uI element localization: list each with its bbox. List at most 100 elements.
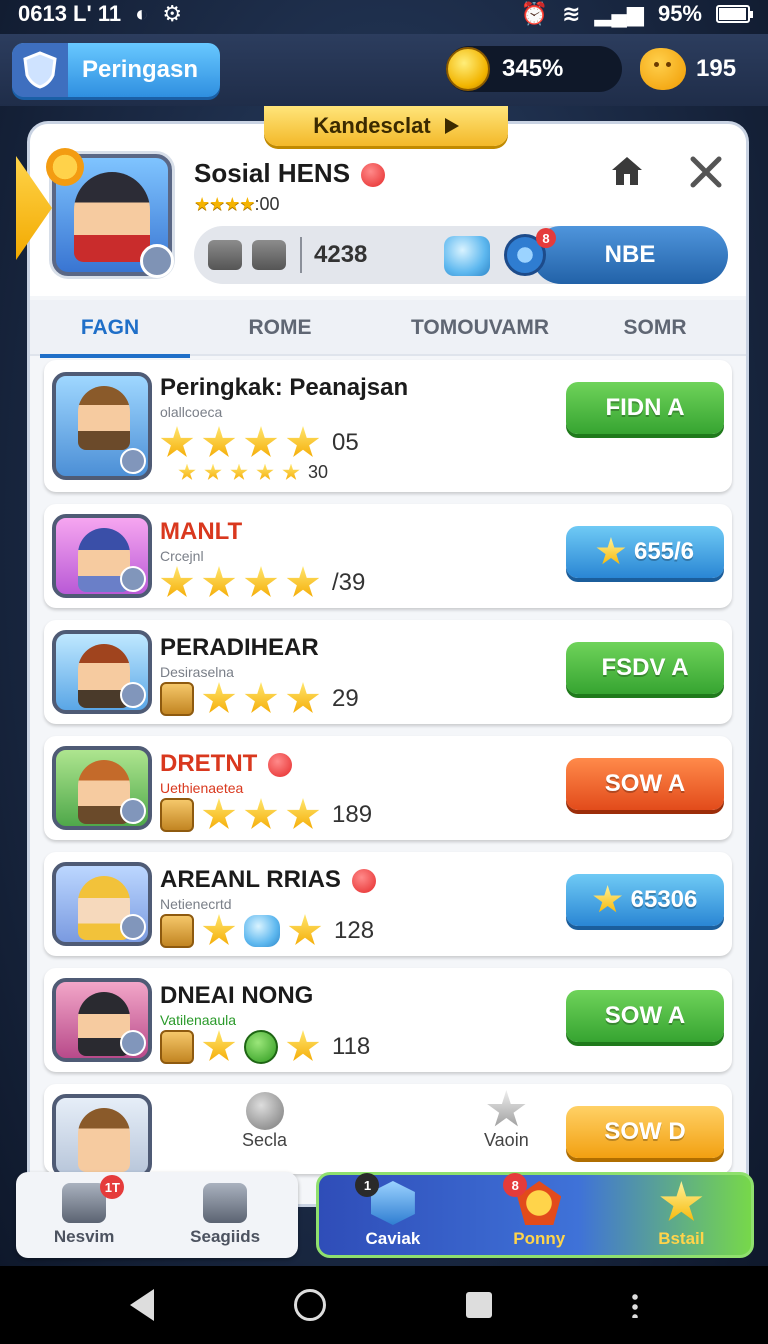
row-action-button[interactable]: 65306 (566, 874, 724, 926)
gem-counter[interactable]: 195 (640, 46, 736, 92)
nav-label: Seagiids (190, 1227, 261, 1246)
player-subtitle: olallcoeca (160, 404, 223, 420)
profile-rating: ★★★★ :00 (194, 194, 280, 215)
tab-rome[interactable]: ROME (190, 300, 370, 356)
nav-seagiids[interactable]: Seagiids (190, 1183, 260, 1247)
player-avatar[interactable] (52, 372, 152, 480)
class-badge-icon (120, 798, 146, 824)
star-icon (244, 566, 278, 597)
home-circle-icon[interactable] (294, 1289, 326, 1321)
star-icon (593, 885, 623, 913)
list-item[interactable]: Secla Vaoin SOW D (44, 1084, 732, 1178)
rank-button[interactable]: Peringasn (12, 43, 221, 97)
sub-reward-row: 30 (174, 462, 328, 483)
player-avatar[interactable] (52, 630, 152, 714)
row-action-button[interactable]: SOW D (566, 1106, 724, 1158)
tab-tomouvamr[interactable]: TOMOUVAMR (370, 300, 590, 356)
nav-badge: 1T (100, 1175, 125, 1199)
star-icon (244, 682, 278, 713)
list-item[interactable]: DRETNT Uethienaetea 189 SOW A (44, 736, 732, 840)
row-action-label: SOW A (604, 770, 686, 797)
star-icon (286, 1030, 320, 1061)
nav-label: Caviak (365, 1229, 421, 1248)
bottom-nav-left: 1T Nesvim Seagiids (16, 1172, 298, 1258)
star-icon (282, 463, 300, 480)
nbe-button[interactable]: NBE (532, 226, 728, 284)
partial-item-secla[interactable]: Secla (242, 1092, 287, 1151)
close-icon[interactable] (688, 154, 724, 190)
list-item[interactable]: AREANL RRIAS Netienecrtd 128 65306 (44, 852, 732, 956)
star-icon (286, 682, 320, 713)
panel-tab-label: Kandesclat (313, 113, 431, 138)
player-avatar[interactable] (52, 862, 152, 946)
star-icon (230, 463, 248, 480)
coin-value: 345% (502, 55, 564, 82)
reward-value: 05 (332, 429, 359, 456)
player-avatar[interactable] (52, 1094, 152, 1178)
partial-item-vaoin[interactable]: Vaoin (484, 1090, 529, 1151)
stack-icon (252, 240, 286, 270)
class-badge-icon (120, 914, 146, 940)
row-action-button[interactable]: FIDN A (566, 382, 724, 434)
edit-badge-icon[interactable] (140, 244, 174, 278)
star-icon (178, 463, 196, 480)
player-name: AREANL RRIAS (160, 866, 376, 894)
player-subtitle: Uethienaetea (160, 780, 244, 796)
player-name: MANLT (160, 518, 243, 545)
nbe-label: NBE (604, 241, 656, 268)
row-action-label: FSDV A (601, 654, 689, 681)
reward-value: 29 (332, 685, 359, 712)
player-avatar[interactable] (52, 978, 152, 1062)
tab-fagn[interactable]: FAGN (30, 300, 190, 358)
star-icon (204, 463, 222, 480)
player-avatar[interactable] (52, 746, 152, 830)
row-action-button[interactable]: 655/6 (566, 526, 724, 578)
status-bar: 0613 L' 11 ◐ ⚙ ⏰ ≋ ▂▄▆ 95% (0, 0, 768, 28)
panel-tab[interactable]: Kandesclat (264, 106, 508, 146)
home-icon[interactable] (610, 154, 644, 188)
back-icon[interactable] (130, 1289, 154, 1321)
row-action-label: 655/6 (633, 538, 695, 565)
recent-apps-icon[interactable] (466, 1292, 492, 1318)
reward-value: 118 (332, 1033, 371, 1060)
shield-icon (12, 43, 68, 97)
ranking-list: Peringkak: Peanajsan olallcoeca 05 30 FI… (44, 360, 732, 1186)
list-item[interactable]: MANLT Crcejnl /39 655/6 (44, 504, 732, 608)
player-subtitle: Desiraselna (160, 664, 234, 680)
coin-counter[interactable]: 345% (446, 46, 622, 92)
star-icon (160, 566, 194, 597)
heart-icon (268, 752, 292, 777)
heart-icon (361, 163, 386, 188)
crystal-icon (444, 236, 490, 276)
star-icon (286, 426, 320, 457)
row-action-button[interactable]: SOW A (566, 990, 724, 1042)
nav-ponny[interactable]: 8 Ponny (503, 1173, 565, 1249)
stats-bar: 4238 8 NBE (194, 226, 728, 284)
nav-caviak[interactable]: 1 Caviak (355, 1173, 421, 1249)
system-nav-bar (0, 1266, 768, 1344)
chest-icon (160, 798, 194, 832)
player-subtitle: Netienecrtd (160, 896, 232, 912)
row-action-label: FIDN A (605, 394, 685, 421)
star-icon (244, 798, 278, 829)
profile-avatar[interactable] (46, 148, 174, 278)
alarm-icon: ⏰ (520, 1, 549, 26)
printer-icon (203, 1183, 248, 1223)
reward-value: 128 (334, 917, 375, 944)
list-item[interactable]: DNEAI NONG Vatilenaaula 118 SOW A (44, 968, 732, 1072)
star-icon (288, 914, 322, 945)
nav-bstail[interactable]: Bstail (658, 1181, 705, 1249)
player-avatar[interactable] (52, 514, 152, 598)
row-action-button[interactable]: FSDV A (566, 642, 724, 694)
tab-somr[interactable]: SOMR (590, 300, 720, 356)
player-subtitle: Vatilenaaula (160, 1012, 237, 1028)
row-action-label: 65306 (630, 886, 698, 913)
reward-value: /39 (332, 569, 366, 596)
list-item[interactable]: PERADIHEAR Desiraselna 29 FSDV A (44, 620, 732, 724)
star-icon (286, 566, 320, 597)
more-vert-icon[interactable] (632, 1292, 638, 1318)
class-badge-icon (120, 566, 146, 592)
nav-nesvim[interactable]: 1T Nesvim (54, 1175, 125, 1247)
row-action-button[interactable]: SOW A (566, 758, 724, 810)
list-item[interactable]: Peringkak: Peanajsan olallcoeca 05 30 FI… (44, 360, 732, 492)
